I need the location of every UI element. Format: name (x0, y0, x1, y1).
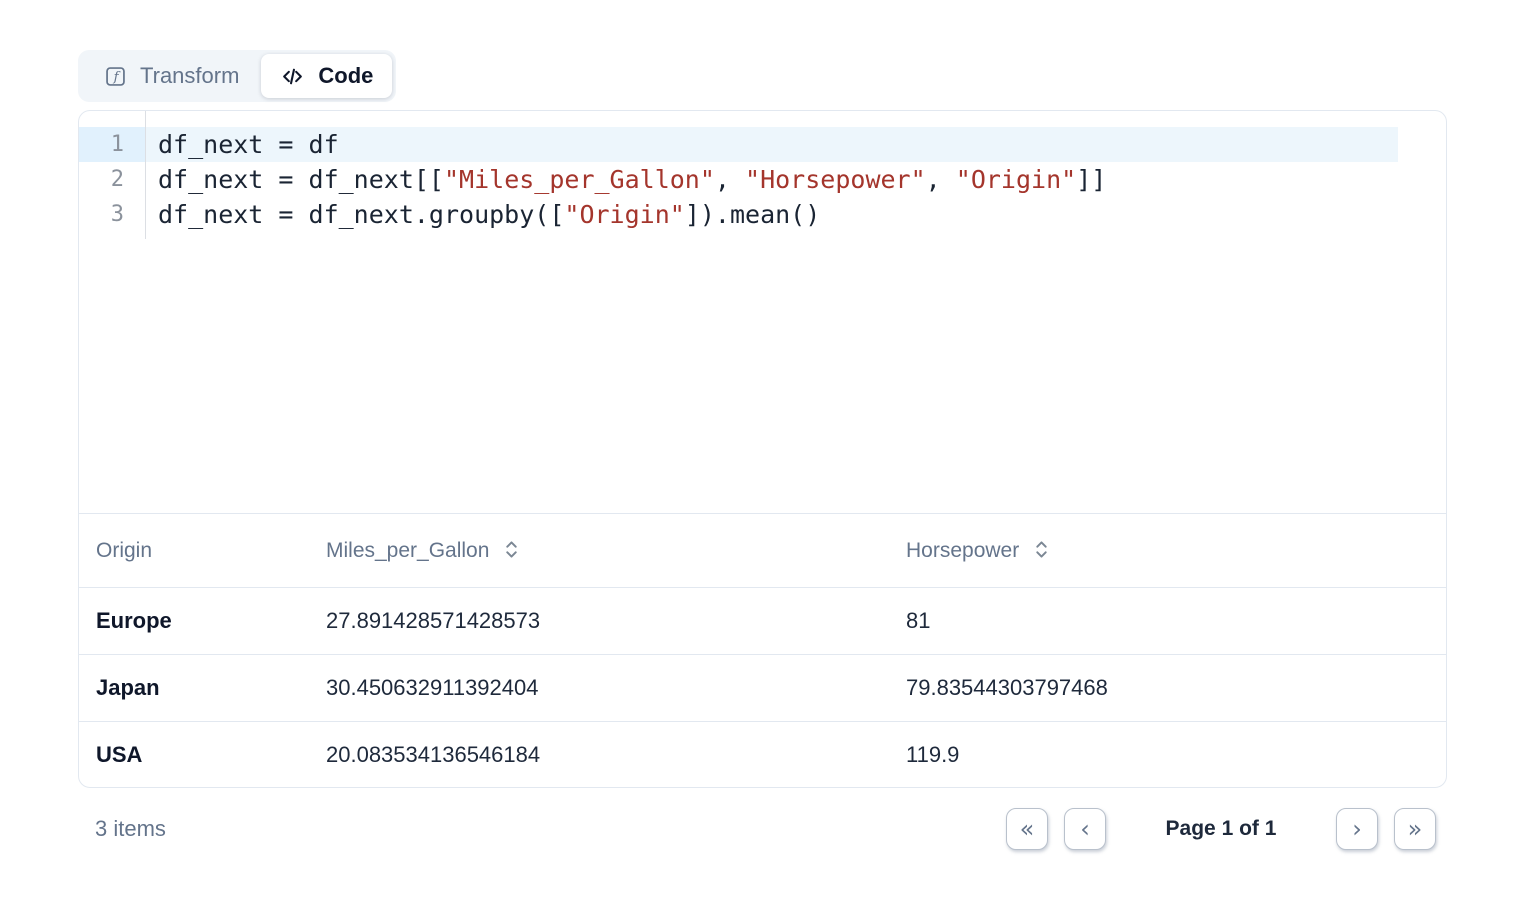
code-line-2: df_next = df_next[["Miles_per_Gallon", "… (146, 162, 1398, 197)
cell-miles-per-gallon: 27.891428571428573 (326, 608, 906, 634)
page-indicator: Page 1 of 1 (1106, 817, 1336, 841)
first-page-button[interactable]: « (1006, 808, 1048, 850)
cell-origin: Japan (79, 675, 326, 701)
code-icon (280, 64, 305, 89)
tab-transform[interactable]: f Transform (82, 54, 261, 98)
tab-code[interactable]: Code (261, 54, 392, 98)
code-token: , (926, 165, 956, 194)
code-token: , (715, 165, 745, 194)
code-token: df_next = df (158, 130, 339, 159)
dataframe-panel: 1 2 3 df_next = df df_next = df_next[["M… (78, 110, 1447, 788)
editor-content: df_next = df df_next = df_next[["Miles_p… (146, 111, 1446, 239)
cell-miles-per-gallon: 30.450632911392404 (326, 675, 906, 701)
double-chevron-right-icon: » (1408, 817, 1423, 841)
code-token: ]).mean() (685, 200, 820, 229)
column-header-miles-per-gallon: Miles_per_Gallon (326, 539, 906, 563)
double-chevron-left-icon: « (1020, 817, 1035, 841)
code-editor[interactable]: 1 2 3 df_next = df df_next = df_next[["M… (79, 111, 1446, 513)
cell-miles-per-gallon: 20.083534136546184 (326, 742, 906, 768)
string-token: "Horsepower" (745, 165, 926, 194)
cell-origin: USA (79, 742, 326, 768)
column-header-label: Origin (96, 539, 152, 563)
sort-icon (504, 539, 519, 563)
column-header-label: Horsepower (906, 539, 1019, 563)
table-row: USA 20.083534136546184 119.9 (79, 721, 1446, 788)
string-token: "Origin" (956, 165, 1076, 194)
next-page-button[interactable]: › (1336, 808, 1378, 850)
dataframe-transform-page: f Transform Code 1 2 3 (0, 0, 1516, 918)
table-row: Japan 30.450632911392404 79.835443037974… (79, 654, 1446, 721)
line-number: 2 (79, 162, 145, 197)
function-icon: f (104, 65, 127, 88)
line-number: 3 (79, 197, 145, 232)
last-page-button[interactable]: » (1394, 808, 1436, 850)
cell-horsepower: 79.83544303797468 (906, 675, 1446, 701)
table-row: Europe 27.891428571428573 81 (79, 587, 1446, 654)
code-line-1: df_next = df (146, 127, 1398, 162)
svg-text:f: f (113, 70, 121, 85)
sort-button[interactable] (1034, 539, 1049, 563)
tab-transform-label: Transform (140, 63, 239, 89)
column-header-horsepower: Horsepower (906, 539, 1446, 563)
result-table: Origin Miles_per_Gallon Horsepow (79, 513, 1446, 788)
cell-horsepower: 119.9 (906, 742, 1446, 768)
view-tabs: f Transform Code (78, 50, 396, 102)
code-token: df_next = df_next.groupby([ (158, 200, 564, 229)
editor-gutter: 1 2 3 (79, 111, 146, 239)
pagination: « ‹ Page 1 of 1 › » (1006, 808, 1447, 850)
chevron-right-icon: › (1352, 817, 1362, 841)
string-token: "Miles_per_Gallon" (444, 165, 715, 194)
column-header-label: Miles_per_Gallon (326, 539, 489, 563)
items-count: 3 items (78, 816, 166, 842)
cell-horsepower: 81 (906, 608, 1446, 634)
code-token: ]] (1076, 165, 1106, 194)
cell-origin: Europe (79, 608, 326, 634)
line-number: 1 (79, 127, 145, 162)
code-token: df_next = df_next[[ (158, 165, 444, 194)
table-footer: 3 items « ‹ Page 1 of 1 › » (78, 799, 1447, 859)
string-token: "Origin" (564, 200, 684, 229)
code-line-3: df_next = df_next.groupby(["Origin"]).me… (146, 197, 1398, 232)
table-header-row: Origin Miles_per_Gallon Horsepow (79, 514, 1446, 587)
chevron-left-icon: ‹ (1080, 817, 1090, 841)
previous-page-button[interactable]: ‹ (1064, 808, 1106, 850)
sort-icon (1034, 539, 1049, 563)
sort-button[interactable] (504, 539, 519, 563)
tab-code-label: Code (318, 63, 373, 89)
column-header-origin: Origin (79, 539, 326, 563)
